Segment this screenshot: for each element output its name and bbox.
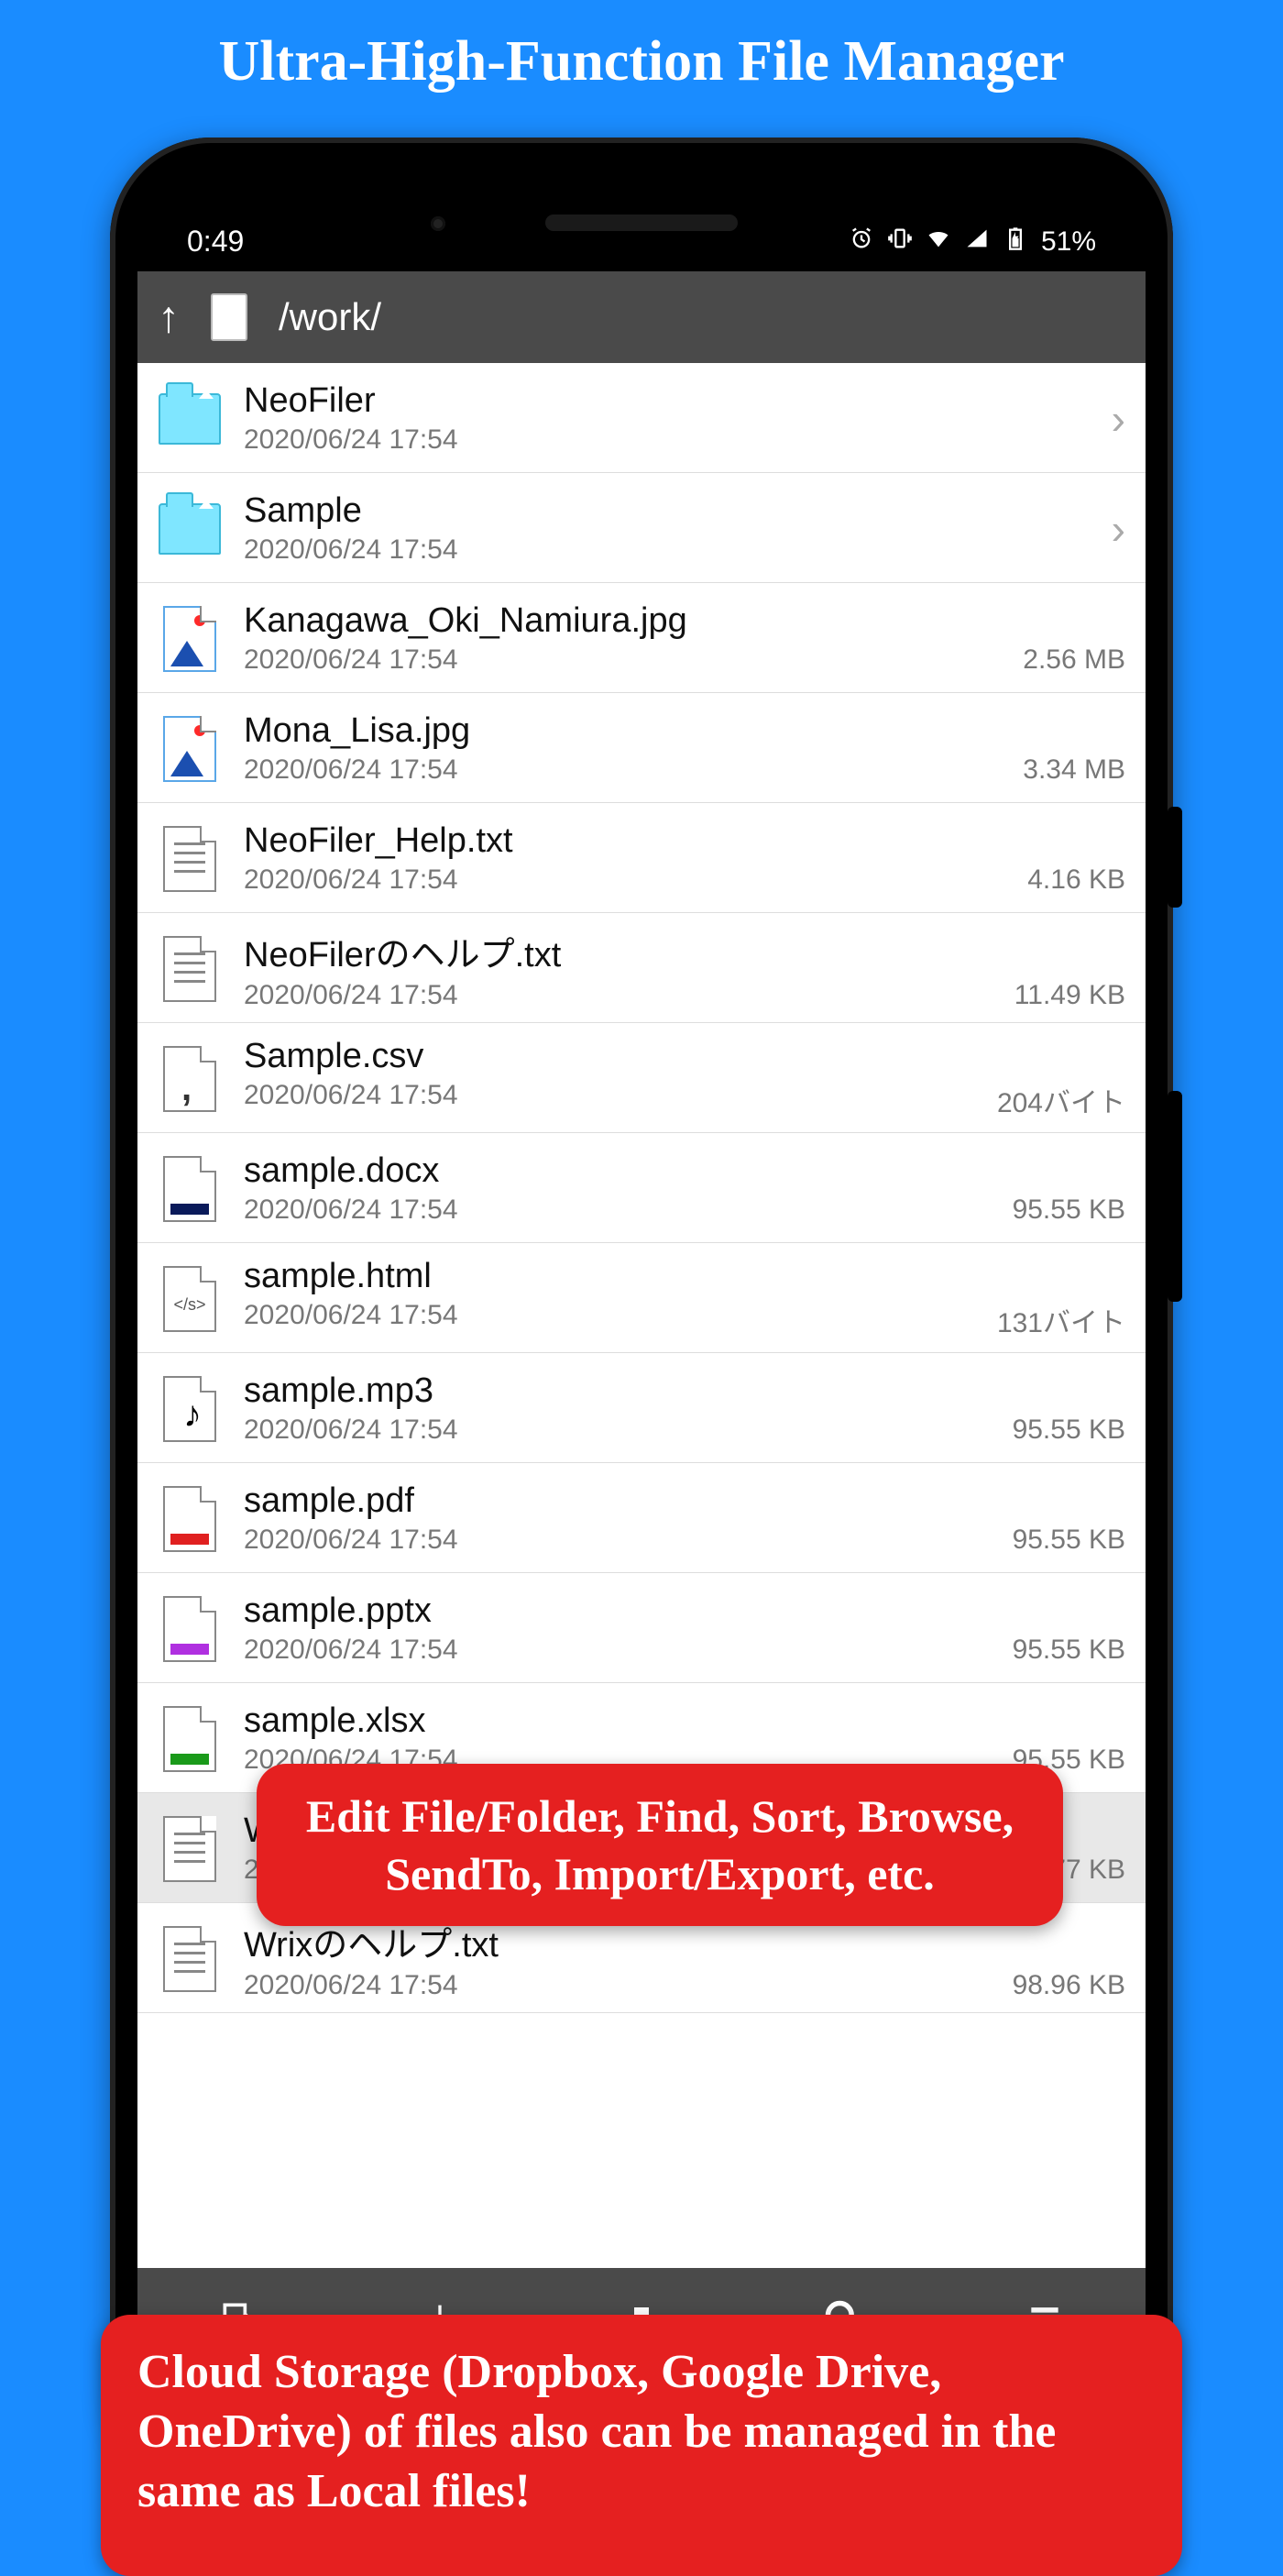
promo-headline: Ultra-High-Function File Manager bbox=[0, 0, 1283, 113]
file-row[interactable]: NeoFiler_Help.txt2020/06/24 17:54 4.16 KB bbox=[137, 803, 1146, 913]
storage-icon[interactable] bbox=[211, 293, 247, 341]
battery-percent: 51% bbox=[1041, 226, 1096, 258]
chevron-right-icon: › bbox=[1112, 504, 1125, 554]
file-row[interactable]: Kanagawa_Oki_Namiura.jpg2020/06/24 17:54… bbox=[137, 583, 1146, 693]
file-name: NeoFilerのヘルプ.txt bbox=[244, 926, 1125, 976]
phone-frame: 0:49 51% ↑ /work/ NeoFiler2020/06/24 17:… bbox=[110, 138, 1173, 2484]
vibrate-icon bbox=[887, 226, 913, 259]
xlsx-file-icon bbox=[163, 1706, 216, 1772]
chevron-right-icon: › bbox=[1112, 394, 1125, 444]
statusbar-clock: 0:49 bbox=[187, 225, 244, 259]
phone-speaker bbox=[545, 215, 738, 231]
file-row[interactable]: NeoFilerのヘルプ.txt 2020/06/24 17:54 11.49 KB bbox=[137, 913, 1146, 1023]
file-size: 3.34 MB bbox=[1023, 754, 1125, 786]
wifi-icon bbox=[926, 226, 951, 259]
image-file-icon bbox=[163, 606, 216, 672]
folder-icon bbox=[159, 503, 221, 555]
file-date: 2020/06/24 17:54 bbox=[244, 1635, 458, 1666]
text-file-icon bbox=[163, 826, 216, 892]
file-row[interactable]: sample.docx2020/06/24 17:54 95.55 KB bbox=[137, 1133, 1146, 1243]
file-name: sample.html bbox=[244, 1257, 1125, 1296]
file-size: 131バイト bbox=[997, 1300, 1125, 1340]
file-size: 95.55 KB bbox=[1013, 1415, 1125, 1446]
file-date: 2020/06/24 17:54 bbox=[244, 644, 458, 676]
path-text[interactable]: /work/ bbox=[279, 295, 381, 339]
file-size: 95.55 KB bbox=[1013, 1635, 1125, 1666]
file-date: 2020/06/24 17:54 bbox=[244, 1300, 458, 1340]
folder-row[interactable]: NeoFiler2020/06/24 17:54 › bbox=[137, 363, 1146, 473]
file-row[interactable]: Mona_Lisa.jpg2020/06/24 17:54 3.34 MB bbox=[137, 693, 1146, 803]
file-date: 2020/06/24 17:54 bbox=[244, 980, 458, 1011]
file-name: NeoFiler_Help.txt bbox=[244, 821, 1125, 861]
file-row[interactable]: </s> sample.html 2020/06/24 17:54 131バイト bbox=[137, 1243, 1146, 1353]
file-size: 2.56 MB bbox=[1023, 644, 1125, 676]
file-name: sample.pdf bbox=[244, 1481, 1125, 1521]
file-date: 2020/06/24 17:54 bbox=[244, 534, 458, 566]
file-size: 204バイト bbox=[997, 1080, 1125, 1120]
file-size: 95.55 KB bbox=[1013, 1194, 1125, 1226]
file-row[interactable]: sample.pptx 2020/06/24 17:54 95.55 KB bbox=[137, 1573, 1146, 1683]
pptx-file-icon bbox=[163, 1596, 216, 1662]
cell-signal-icon bbox=[964, 226, 990, 259]
file-date: 2020/06/24 17:54 bbox=[244, 1970, 458, 2001]
pdf-file-icon bbox=[163, 1486, 216, 1552]
file-list[interactable]: NeoFiler2020/06/24 17:54›Sample2020/06/2… bbox=[137, 363, 1146, 2268]
csv-file-icon: , bbox=[163, 1046, 216, 1112]
phone-camera bbox=[431, 216, 445, 231]
file-row[interactable]: ♪ sample.mp3 2020/06/24 17:54 95.55 KB bbox=[137, 1353, 1146, 1463]
image-file-icon bbox=[163, 716, 216, 782]
battery-icon bbox=[1003, 226, 1028, 259]
file-date: 2020/06/24 17:54 bbox=[244, 1080, 458, 1120]
folder-row[interactable]: Sample2020/06/24 17:54 › bbox=[137, 473, 1146, 583]
file-row[interactable]: sample.pdf 2020/06/24 17:54 95.55 KB bbox=[137, 1463, 1146, 1573]
text-file-icon bbox=[163, 1926, 216, 1992]
file-date: 2020/06/24 17:54 bbox=[244, 1194, 458, 1226]
file-name: Mona_Lisa.jpg bbox=[244, 711, 1125, 751]
file-size: 4.16 KB bbox=[1027, 864, 1125, 896]
phone-screen: 0:49 51% ↑ /work/ NeoFiler2020/06/24 17:… bbox=[137, 171, 1146, 2451]
file-date: 2020/06/24 17:54 bbox=[244, 1415, 458, 1446]
alarm-icon bbox=[849, 226, 874, 259]
audio-file-icon: ♪ bbox=[163, 1376, 216, 1442]
file-size: 95.55 KB bbox=[1013, 1525, 1125, 1556]
text-file-icon bbox=[163, 936, 216, 1002]
file-size: 98.96 KB bbox=[1013, 1970, 1125, 2001]
file-row[interactable]: , Sample.csv 2020/06/24 17:54 204バイト bbox=[137, 1023, 1146, 1133]
path-bar: ↑ /work/ bbox=[137, 271, 1146, 363]
file-name: sample.xlsx bbox=[244, 1701, 1125, 1741]
phone-side-button bbox=[1168, 807, 1182, 908]
file-name: sample.mp3 bbox=[244, 1371, 1125, 1411]
up-arrow-icon[interactable]: ↑ bbox=[158, 292, 180, 343]
promo-overlay-mid: Edit File/Folder, Find, Sort, Browse, Se… bbox=[257, 1764, 1063, 1926]
file-date: 2020/06/24 17:54 bbox=[244, 754, 458, 786]
docx-file-icon bbox=[163, 1156, 216, 1222]
promo-overlay-bottom: Cloud Storage (Dropbox, Google Drive, On… bbox=[101, 2315, 1182, 2576]
file-name: sample.docx bbox=[244, 1151, 1125, 1191]
file-name: Sample bbox=[244, 491, 1093, 531]
file-name: NeoFiler bbox=[244, 381, 1093, 421]
html-file-icon: </s> bbox=[163, 1266, 216, 1332]
folder-icon bbox=[159, 393, 221, 445]
file-name: Sample.csv bbox=[244, 1037, 1125, 1076]
text-file-icon bbox=[163, 1816, 216, 1882]
file-date: 2020/06/24 17:54 bbox=[244, 424, 458, 456]
file-name: sample.pptx bbox=[244, 1591, 1125, 1631]
file-date: 2020/06/24 17:54 bbox=[244, 1525, 458, 1556]
phone-side-button bbox=[1168, 1091, 1182, 1302]
file-name: Kanagawa_Oki_Namiura.jpg bbox=[244, 601, 1125, 641]
file-size: 11.49 KB bbox=[1014, 980, 1125, 1011]
file-date: 2020/06/24 17:54 bbox=[244, 864, 458, 896]
